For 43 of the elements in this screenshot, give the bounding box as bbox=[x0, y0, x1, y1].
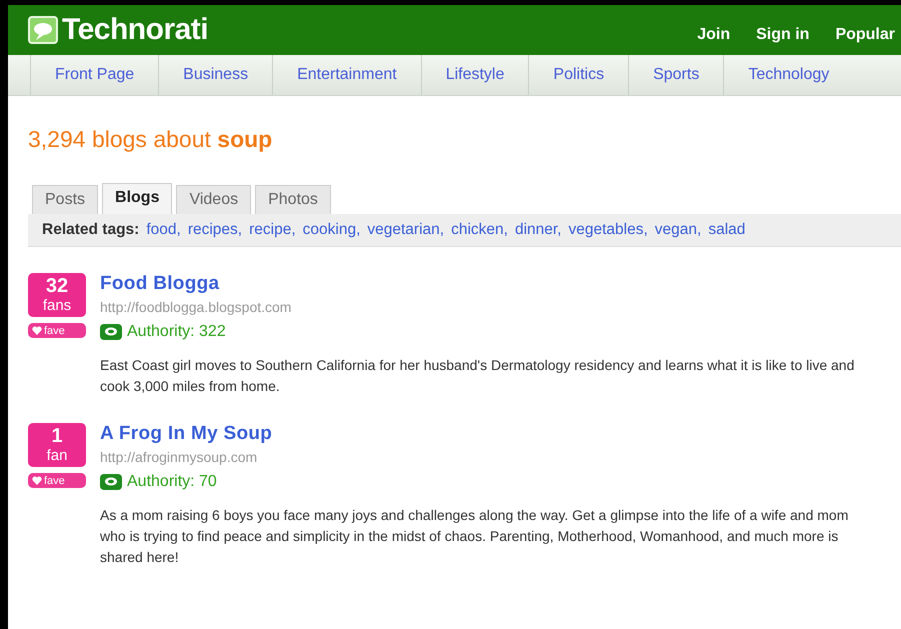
blog-description: East Coast girl moves to Southern California for her husband's Dermatology residency and learns what it is like to live and cook 3,000 miles from home. bbox=[100, 356, 856, 396]
fave-button[interactable]: fave bbox=[28, 323, 86, 338]
fans-label: fans bbox=[42, 297, 72, 314]
logo-text[interactable]: Technorati bbox=[62, 13, 208, 47]
authority-score: Authority: 322 bbox=[127, 323, 226, 341]
tag-link[interactable]: recipe, bbox=[249, 221, 296, 239]
fans-count: 1 bbox=[51, 425, 63, 447]
nav-tab[interactable]: Entertainment bbox=[272, 55, 421, 95]
nav-tab[interactable]: Lifestyle bbox=[420, 55, 528, 95]
blog-url: http://foodblogga.blogspot.com bbox=[100, 299, 292, 315]
heart-icon bbox=[32, 476, 42, 485]
nav-tab[interactable]: Business bbox=[158, 55, 272, 95]
fans-label: fan bbox=[46, 447, 68, 464]
tag-link[interactable]: dinner, bbox=[514, 221, 562, 239]
blog-url: http://afroginmysoup.com bbox=[100, 449, 258, 465]
blog-description: As a mom raising 6 boys you face many joys and challenges along the way. Get a glimpse into the life of a wife and mom who is trying to find peace and simplicity in the midst of chaos. Parenting, Motherhood, Womanhood, and much more is shared here! bbox=[100, 506, 850, 567]
tag-link[interactable]: chicken, bbox=[451, 221, 508, 239]
fans-count: 32 bbox=[46, 275, 68, 297]
tab[interactable]: Blogs bbox=[102, 183, 172, 214]
tag-link[interactable]: salad bbox=[708, 221, 746, 239]
blog-title-link[interactable]: Food Blogga bbox=[100, 273, 889, 295]
results-heading: 3,294 blogs about soup bbox=[28, 126, 274, 153]
authority-score: Authority: 70 bbox=[127, 473, 217, 491]
header-link[interactable]: Sign in bbox=[756, 26, 810, 44]
header-link[interactable]: Popular bbox=[835, 26, 895, 44]
header-link[interactable]: Join bbox=[697, 26, 730, 44]
tab[interactable]: Posts bbox=[32, 185, 98, 214]
tab[interactable]: Photos bbox=[255, 185, 331, 214]
blog-title-link[interactable]: A Frog In My Soup bbox=[100, 423, 889, 445]
tag-link[interactable]: vegetables, bbox=[568, 221, 648, 239]
nav-tab[interactable]: Politics bbox=[528, 55, 628, 95]
tag-link[interactable]: cooking, bbox=[302, 221, 360, 239]
nav-tab[interactable]: Technology bbox=[723, 55, 854, 95]
tag-link[interactable]: recipes, bbox=[188, 221, 242, 239]
tag-link[interactable]: food, bbox=[146, 221, 181, 239]
nav-tab[interactable]: Sports bbox=[628, 55, 724, 95]
heart-icon bbox=[32, 326, 42, 335]
fave-button[interactable]: fave bbox=[28, 473, 86, 488]
tab[interactable]: Videos bbox=[176, 185, 252, 214]
related-tags-label: Related tags: bbox=[42, 221, 140, 239]
nav-tab[interactable]: Front Page bbox=[30, 55, 158, 95]
tag-link[interactable]: vegetarian, bbox=[367, 221, 444, 239]
tag-link[interactable]: vegan, bbox=[654, 221, 702, 239]
